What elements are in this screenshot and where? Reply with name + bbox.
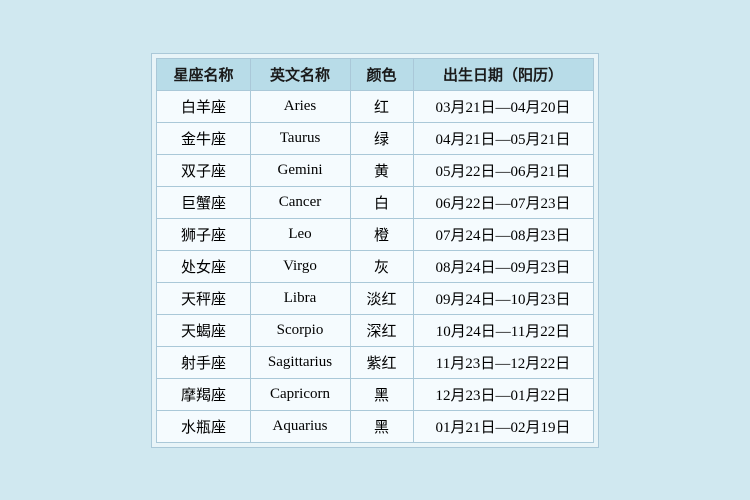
header-color: 颜色 bbox=[350, 58, 413, 90]
cell-english: Virgo bbox=[250, 250, 350, 282]
cell-english: Sagittarius bbox=[250, 346, 350, 378]
table-row: 摩羯座Capricorn黑12月23日—01月22日 bbox=[157, 378, 593, 410]
cell-date: 03月21日—04月20日 bbox=[413, 90, 593, 122]
table-row: 金牛座Taurus绿04月21日—05月21日 bbox=[157, 122, 593, 154]
cell-chinese: 天秤座 bbox=[157, 282, 250, 314]
cell-chinese: 天蝎座 bbox=[157, 314, 250, 346]
cell-color: 黑 bbox=[350, 378, 413, 410]
cell-english: Taurus bbox=[250, 122, 350, 154]
cell-english: Cancer bbox=[250, 186, 350, 218]
cell-color: 红 bbox=[350, 90, 413, 122]
cell-date: 09月24日—10月23日 bbox=[413, 282, 593, 314]
header-chinese: 星座名称 bbox=[157, 58, 250, 90]
header-english: 英文名称 bbox=[250, 58, 350, 90]
zodiac-table-container: 星座名称 英文名称 颜色 出生日期（阳历） 白羊座Aries红03月21日—04… bbox=[151, 53, 598, 448]
cell-date: 10月24日—11月22日 bbox=[413, 314, 593, 346]
cell-date: 11月23日—12月22日 bbox=[413, 346, 593, 378]
cell-english: Libra bbox=[250, 282, 350, 314]
cell-color: 黄 bbox=[350, 154, 413, 186]
zodiac-table: 星座名称 英文名称 颜色 出生日期（阳历） 白羊座Aries红03月21日—04… bbox=[156, 58, 593, 443]
cell-color: 白 bbox=[350, 186, 413, 218]
table-row: 双子座Gemini黄05月22日—06月21日 bbox=[157, 154, 593, 186]
table-row: 天蝎座Scorpio深红10月24日—11月22日 bbox=[157, 314, 593, 346]
table-row: 天秤座Libra淡红09月24日—10月23日 bbox=[157, 282, 593, 314]
cell-chinese: 水瓶座 bbox=[157, 410, 250, 442]
cell-english: Aries bbox=[250, 90, 350, 122]
cell-english: Leo bbox=[250, 218, 350, 250]
table-row: 射手座Sagittarius紫红11月23日—12月22日 bbox=[157, 346, 593, 378]
cell-color: 紫红 bbox=[350, 346, 413, 378]
table-header-row: 星座名称 英文名称 颜色 出生日期（阳历） bbox=[157, 58, 593, 90]
cell-chinese: 金牛座 bbox=[157, 122, 250, 154]
cell-english: Aquarius bbox=[250, 410, 350, 442]
cell-date: 01月21日—02月19日 bbox=[413, 410, 593, 442]
cell-date: 04月21日—05月21日 bbox=[413, 122, 593, 154]
cell-date: 05月22日—06月21日 bbox=[413, 154, 593, 186]
header-date: 出生日期（阳历） bbox=[413, 58, 593, 90]
cell-chinese: 双子座 bbox=[157, 154, 250, 186]
cell-chinese: 摩羯座 bbox=[157, 378, 250, 410]
cell-chinese: 射手座 bbox=[157, 346, 250, 378]
table-row: 白羊座Aries红03月21日—04月20日 bbox=[157, 90, 593, 122]
cell-date: 12月23日—01月22日 bbox=[413, 378, 593, 410]
cell-date: 08月24日—09月23日 bbox=[413, 250, 593, 282]
cell-color: 橙 bbox=[350, 218, 413, 250]
cell-chinese: 处女座 bbox=[157, 250, 250, 282]
cell-color: 淡红 bbox=[350, 282, 413, 314]
cell-english: Gemini bbox=[250, 154, 350, 186]
cell-chinese: 巨蟹座 bbox=[157, 186, 250, 218]
cell-english: Capricorn bbox=[250, 378, 350, 410]
table-row: 狮子座Leo橙07月24日—08月23日 bbox=[157, 218, 593, 250]
cell-chinese: 白羊座 bbox=[157, 90, 250, 122]
cell-date: 07月24日—08月23日 bbox=[413, 218, 593, 250]
cell-color: 灰 bbox=[350, 250, 413, 282]
table-row: 处女座Virgo灰08月24日—09月23日 bbox=[157, 250, 593, 282]
cell-chinese: 狮子座 bbox=[157, 218, 250, 250]
table-row: 水瓶座Aquarius黑01月21日—02月19日 bbox=[157, 410, 593, 442]
table-row: 巨蟹座Cancer白06月22日—07月23日 bbox=[157, 186, 593, 218]
cell-color: 黑 bbox=[350, 410, 413, 442]
cell-color: 深红 bbox=[350, 314, 413, 346]
cell-color: 绿 bbox=[350, 122, 413, 154]
cell-english: Scorpio bbox=[250, 314, 350, 346]
cell-date: 06月22日—07月23日 bbox=[413, 186, 593, 218]
